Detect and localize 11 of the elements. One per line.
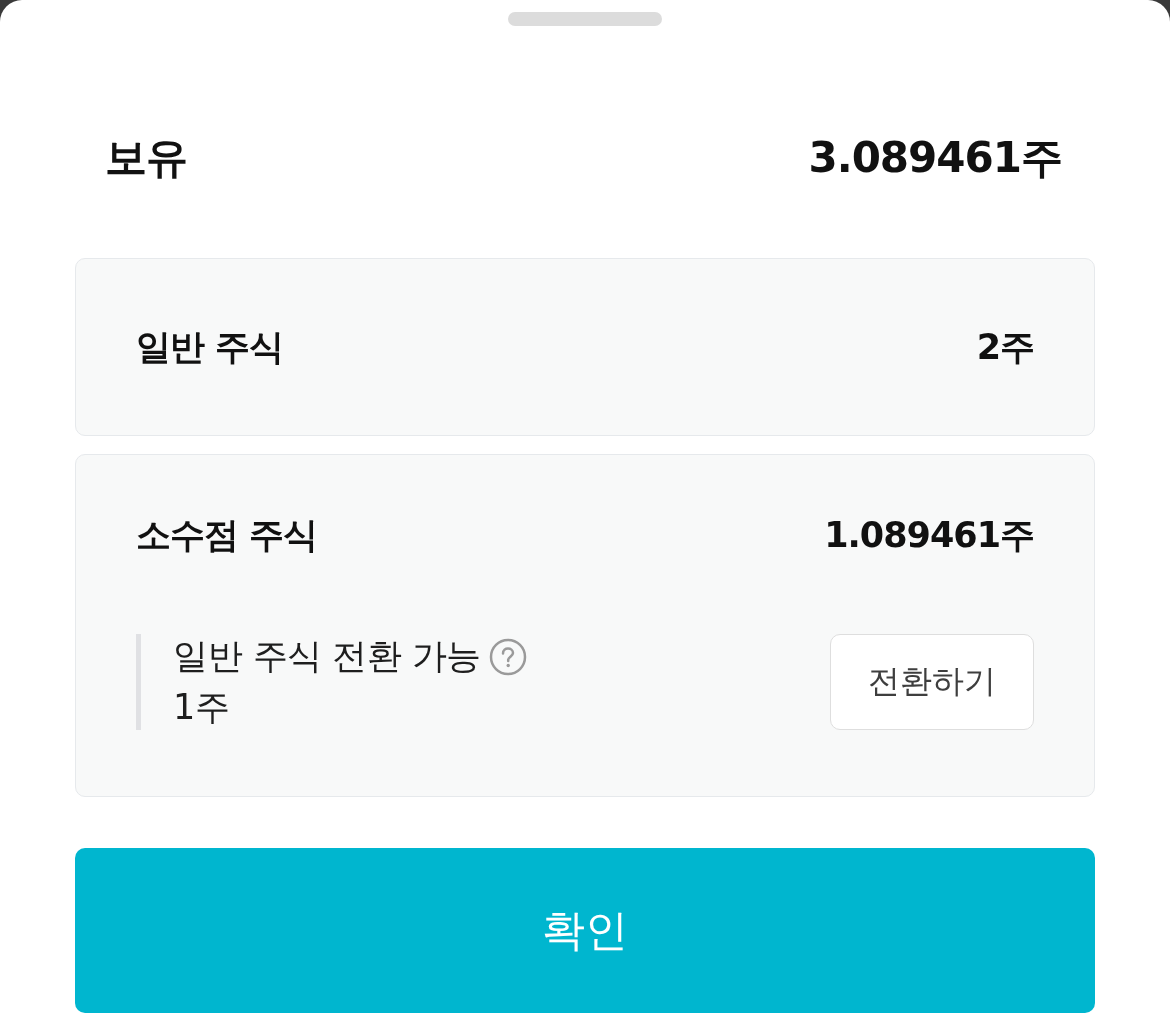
share-count: 1.089461주 bbox=[824, 513, 1034, 557]
drag-handle[interactable] bbox=[508, 12, 662, 26]
convert-button[interactable]: 전환하기 bbox=[830, 634, 1034, 730]
holding-label: 보유 bbox=[105, 132, 187, 184]
share-type-label: 일반 주식 bbox=[136, 325, 284, 369]
convertible-count: 1주 bbox=[173, 686, 231, 729]
holding-value: 3.089461주 bbox=[808, 132, 1062, 184]
conversion-label: 일반 주식 전환 가능 bbox=[173, 635, 481, 678]
help-icon[interactable] bbox=[488, 637, 527, 676]
share-count: 2주 bbox=[976, 325, 1034, 369]
share-type-label: 소수점 주식 bbox=[136, 513, 318, 557]
